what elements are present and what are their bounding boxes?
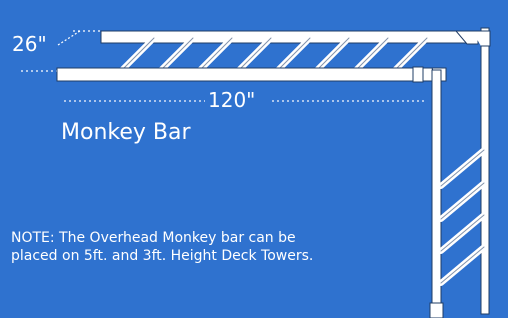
length-dimension-label: 120" [208, 88, 256, 112]
diagram-title: Monkey Bar [61, 120, 191, 145]
ladder-rung-outline [440, 214, 485, 252]
front-top-rail [56, 67, 447, 82]
depth-diagonal-guide [57, 30, 81, 46]
front-post-foot [429, 302, 444, 318]
monkey-bar-diagram: 26" 120" Monkey Bar NOTE: The Overhead M… [0, 0, 508, 318]
ladder-rungs [438, 147, 487, 286]
ladder-rung-outline [440, 149, 485, 187]
placement-note: NOTE: The Overhead Monkey bar can be pla… [11, 230, 314, 264]
back-upright-post [480, 27, 490, 315]
ladder-rung-outline [440, 246, 485, 284]
ladder-rung-outline [440, 182, 485, 220]
front-rail-bracket [412, 66, 424, 83]
depth-dimension-label: 26" [12, 32, 47, 56]
monkey-bar-drawing [21, 27, 491, 318]
